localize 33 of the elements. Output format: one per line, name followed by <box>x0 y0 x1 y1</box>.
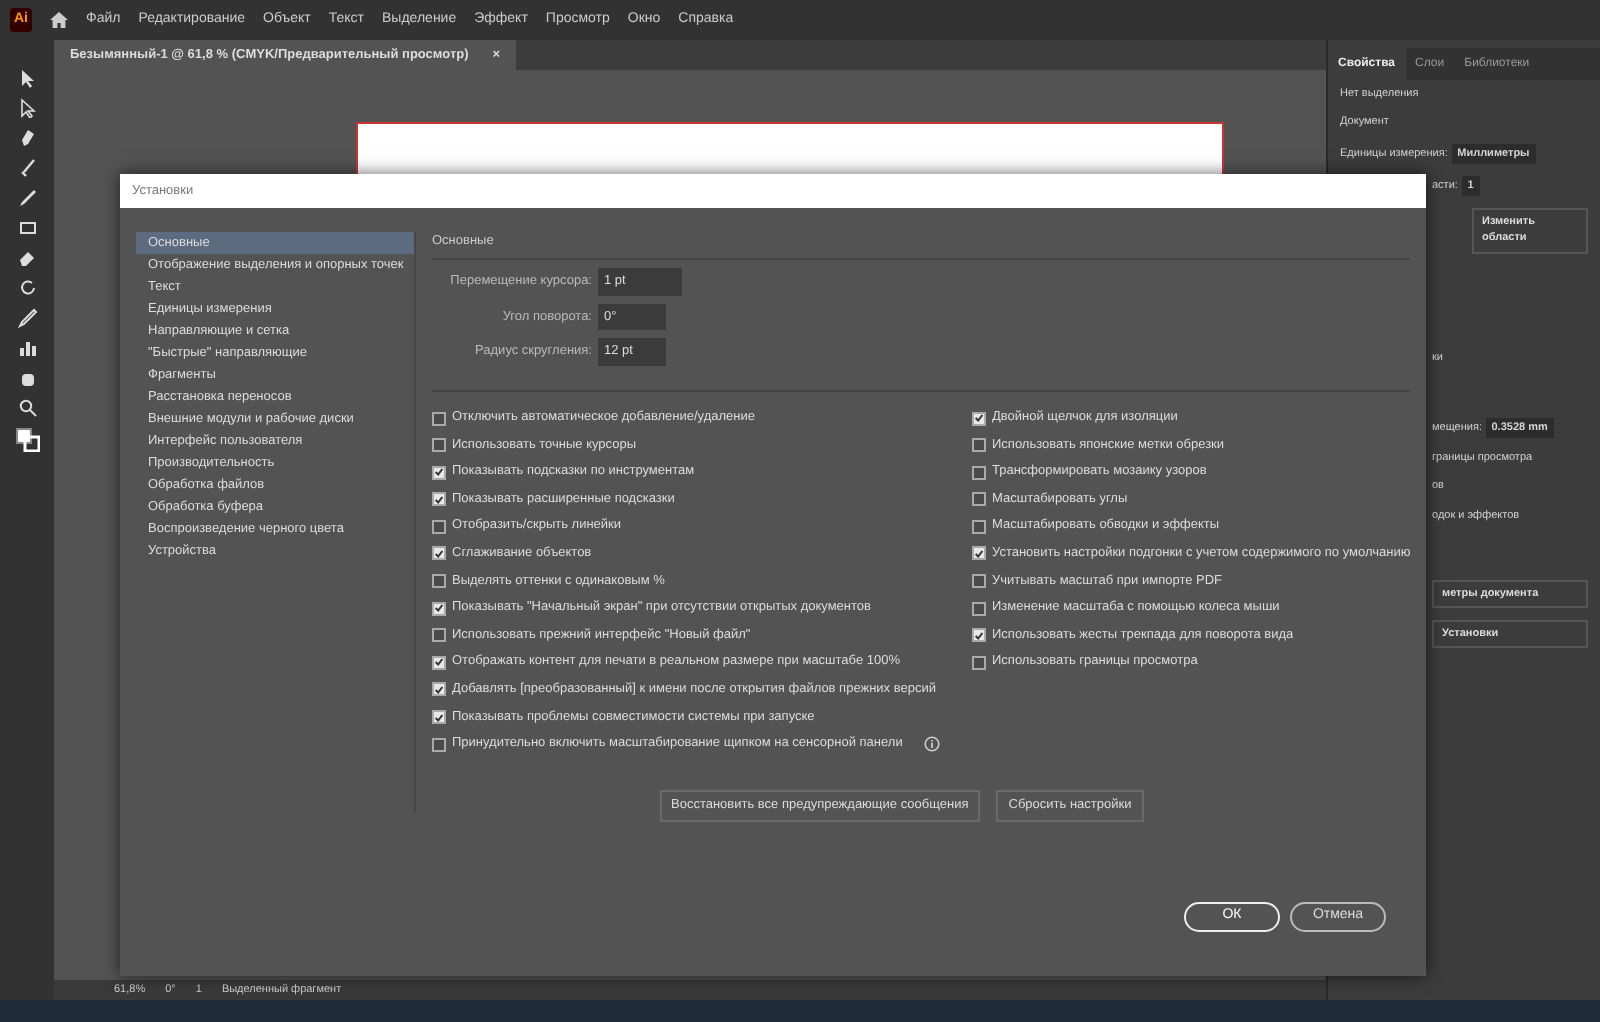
rotate-icon[interactable] <box>17 278 37 298</box>
checkbox[interactable] <box>972 438 986 453</box>
checkbox[interactable] <box>432 737 446 752</box>
checkbox[interactable] <box>972 411 986 425</box>
home-icon[interactable] <box>50 12 68 28</box>
checkbox[interactable] <box>432 655 446 670</box>
checkbox[interactable] <box>432 492 446 507</box>
checkbox[interactable] <box>432 519 446 534</box>
checkbox[interactable] <box>432 628 446 643</box>
info-icon[interactable] <box>924 736 941 753</box>
checkbox[interactable] <box>432 438 446 453</box>
rectangle-icon[interactable] <box>17 218 37 238</box>
checkbox[interactable] <box>432 710 446 725</box>
magnifier-icon[interactable] <box>17 398 37 418</box>
checkbox[interactable] <box>972 519 986 534</box>
pencil-icon[interactable] <box>17 188 37 208</box>
color-swatches-icon[interactable] <box>15 428 39 452</box>
checkbox[interactable] <box>432 682 446 697</box>
eraser-icon[interactable] <box>17 248 37 268</box>
checkbox[interactable] <box>432 601 446 616</box>
chart-icon[interactable] <box>17 338 37 358</box>
checkbox[interactable] <box>432 574 446 589</box>
checkbox[interactable] <box>972 492 986 507</box>
checkbox[interactable] <box>432 546 446 561</box>
checkbox[interactable] <box>972 628 986 643</box>
checkbox[interactable] <box>972 601 986 616</box>
checkbox[interactable] <box>432 411 446 425</box>
checkbox[interactable] <box>972 574 986 589</box>
checkbox[interactable] <box>432 465 446 480</box>
checkbox[interactable] <box>972 655 986 670</box>
pen-icon[interactable] <box>17 128 37 148</box>
checkbox[interactable] <box>972 465 986 480</box>
checkbox[interactable] <box>972 546 986 561</box>
